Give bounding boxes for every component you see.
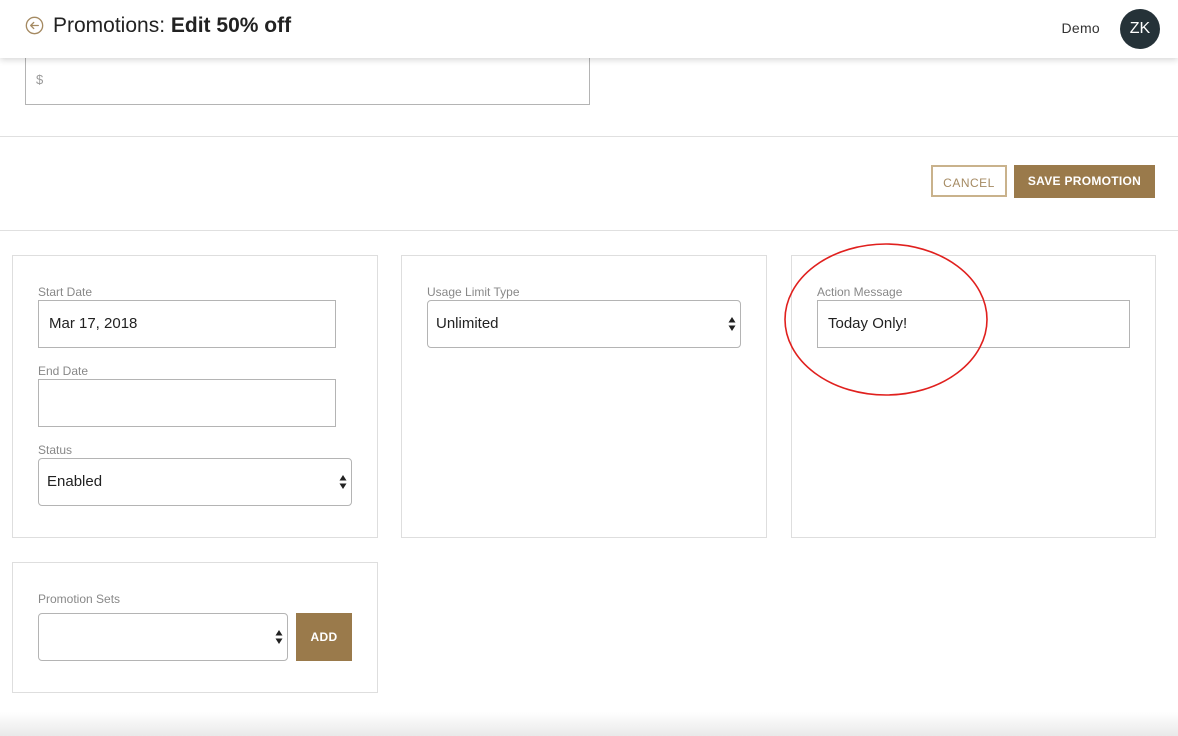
- promotion-name: Edit 50% off: [170, 14, 292, 37]
- price-input[interactable]: $: [25, 55, 590, 105]
- avatar[interactable]: ZK: [1120, 9, 1160, 49]
- action-message-label: Action Message: [817, 285, 903, 299]
- usage-limit-type-label: Usage Limit Type: [427, 285, 520, 299]
- end-date-input[interactable]: [38, 379, 336, 427]
- end-date-label: End Date: [38, 364, 89, 378]
- bottom-shadow: [0, 712, 1178, 736]
- select-arrows-icon: [275, 630, 283, 644]
- start-date-label: Start Date: [38, 285, 93, 299]
- status-value: Enabled: [47, 473, 103, 490]
- cancel-button[interactable]: CANCEL: [931, 165, 1007, 197]
- select-arrows-icon: [728, 317, 736, 331]
- action-message-input[interactable]: Today Only!: [817, 300, 1130, 348]
- section-divider: [0, 136, 1178, 137]
- page-title: Promotions: Edit 50% off: [53, 12, 291, 40]
- currency-prefix: $: [36, 72, 44, 87]
- top-bar: Promotions: Edit 50% off Demo ZK: [0, 0, 1178, 58]
- status-select[interactable]: Enabled: [38, 458, 352, 506]
- save-promotion-button[interactable]: SAVE PROMOTION: [1014, 165, 1155, 198]
- page-title-prefix: Promotions:: [53, 14, 171, 37]
- status-label: Status: [38, 443, 73, 457]
- add-promotion-set-button[interactable]: ADD: [296, 613, 352, 661]
- back-arrow-icon[interactable]: [25, 16, 44, 35]
- section-divider: [0, 230, 1178, 231]
- promotion-sets-select[interactable]: [38, 613, 288, 661]
- select-arrows-icon: [339, 475, 347, 489]
- promotion-sets-label: Promotion Sets: [38, 592, 121, 606]
- user-name[interactable]: Demo: [1061, 19, 1100, 37]
- usage-limit-type-select[interactable]: Unlimited: [427, 300, 741, 348]
- start-date-input[interactable]: Mar 17, 2018: [38, 300, 336, 348]
- usage-limit-type-value: Unlimited: [436, 315, 499, 332]
